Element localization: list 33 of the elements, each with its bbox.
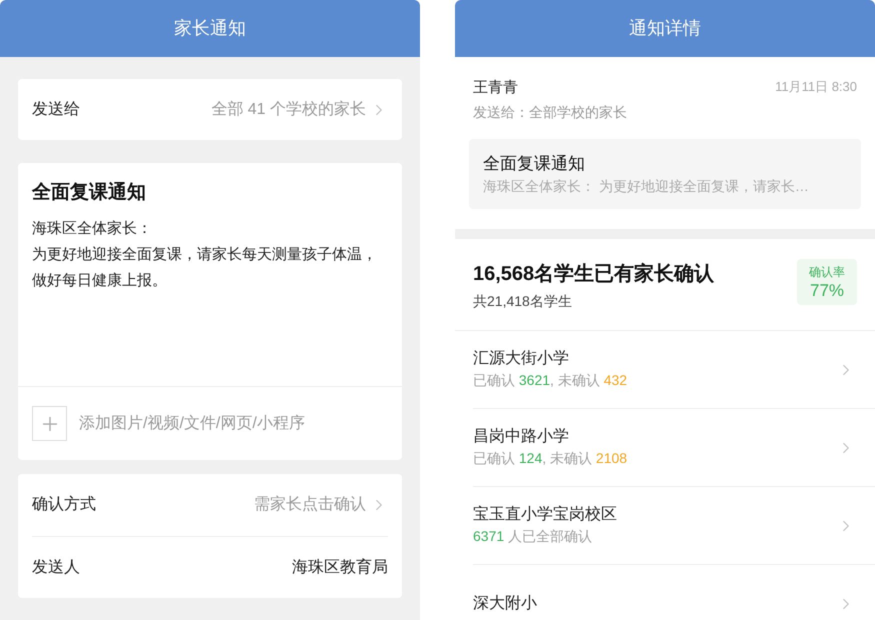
recipients-text: 发送给：全部学校的家长 (473, 102, 628, 122)
notice-body: 海珠区全体家长： (32, 218, 153, 238)
school-row[interactable]: 深大附小 (473, 565, 875, 620)
header-title: 通知详情 (629, 17, 701, 40)
notice-preview[interactable]: 全面复课通知 海珠区全体家长： 为更好地迎接全面复课，请家长… (469, 138, 861, 209)
settings-value: 海珠区教育局 (292, 557, 388, 578)
preview-excerpt: 海珠区全体家长： 为更好地迎接全面复课，请家长… (483, 177, 810, 196)
school-row[interactable]: 昌岗中路小学 已确认 124, 未确认 2108 (473, 409, 875, 487)
send-to-row[interactable]: 发送给 全部 41 个学校的家长 (18, 79, 402, 140)
notice-body: 为更好地迎接全面复课，请家长每天测量孩子体温，做好每日健康上报。 (32, 244, 378, 290)
header-title: 家长通知 (174, 17, 246, 40)
settings-value: 需家长点击确认 (254, 494, 366, 515)
school-row[interactable]: 汇源大街小学 已确认 3621, 未确认 432 (473, 331, 875, 409)
settings-label: 确认方式 (32, 494, 96, 515)
add-attachment-button[interactable] (32, 406, 67, 441)
confirmed-headline: 16,568名学生已有家长确认 (473, 262, 714, 287)
sender-name: 王青青 (473, 78, 518, 98)
total-students: 共21,418名学生 (473, 292, 573, 311)
school-row[interactable]: 宝玉直小学宝岗校区 6371 人已全部确认 (473, 487, 875, 565)
school-name: 昌岗中路小学 (473, 426, 570, 447)
settings-row[interactable]: 确认方式 需家长点击确认 (32, 474, 388, 536)
confirm-rate-badge: 确认率 77% (797, 259, 857, 305)
notice-title: 全面复课通知 (32, 180, 147, 205)
confirmation-status: 6371 人已全部确认 (473, 527, 594, 546)
school-name: 汇源大街小学 (473, 348, 570, 369)
send-time: 11月11日 8:30 (775, 78, 857, 96)
school-name: 宝玉直小学宝岗校区 (473, 504, 617, 525)
attachment-input[interactable]: 添加图片/视频/文件/网页/小程序 (79, 412, 388, 436)
settings-label: 发送人 (32, 558, 80, 578)
confirmation-status: 已确认 3621, 未确认 432 (473, 371, 628, 390)
confirmation-status: 已确认 124, 未确认 2108 (473, 449, 628, 468)
school-name: 深大附小 (473, 594, 537, 614)
preview-title: 全面复课通知 (483, 152, 586, 174)
